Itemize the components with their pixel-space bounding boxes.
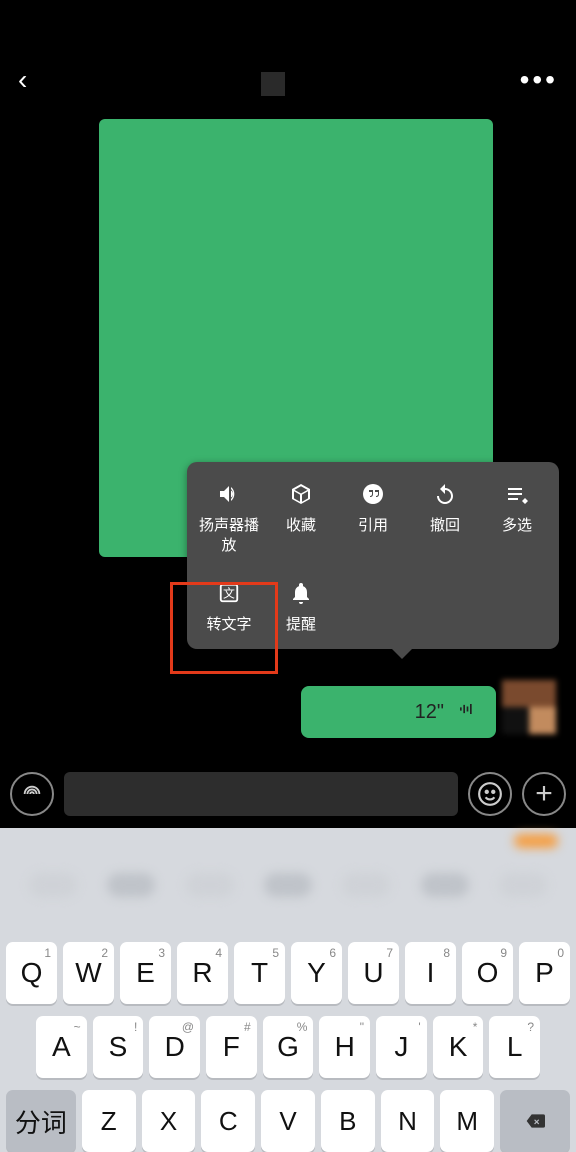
undo-icon <box>433 480 457 508</box>
chat-input-bar: + <box>0 760 576 828</box>
key-u[interactable]: U7 <box>348 942 399 1004</box>
key-t[interactable]: T5 <box>234 942 285 1004</box>
ctx-quote[interactable]: 引用 <box>337 480 409 557</box>
emoji-button[interactable] <box>468 772 512 816</box>
voice-input-toggle[interactable] <box>10 772 54 816</box>
voice-message-bubble[interactable]: 12" <box>301 686 496 738</box>
key-y[interactable]: Y6 <box>291 942 342 1004</box>
attach-button[interactable]: + <box>522 772 566 816</box>
key-x[interactable]: X <box>142 1090 196 1152</box>
ctx-label: 撤回 <box>430 516 460 536</box>
list-check-icon <box>505 480 529 508</box>
ctx-label: 引用 <box>358 516 388 536</box>
key-v[interactable]: V <box>261 1090 315 1152</box>
key-a[interactable]: A~ <box>36 1016 87 1078</box>
chat-header: ‹ ••• <box>0 0 576 112</box>
menu-tail <box>392 649 412 659</box>
key-l[interactable]: L? <box>489 1016 540 1078</box>
context-menu-row-1: 扬声器播放 收藏 引用 撤回 多选 <box>187 480 559 557</box>
speaker-icon <box>217 480 241 508</box>
key-w[interactable]: W2 <box>63 942 114 1004</box>
key-h[interactable]: H" <box>319 1016 370 1078</box>
ctx-label: 扬声器播放 <box>193 516 265 557</box>
ctx-label: 提醒 <box>286 615 316 635</box>
back-button[interactable]: ‹ <box>18 64 27 96</box>
key-r[interactable]: R4 <box>177 942 228 1004</box>
key-n[interactable]: N <box>381 1090 435 1152</box>
ctx-recall[interactable]: 撤回 <box>409 480 481 557</box>
bell-icon <box>289 579 313 607</box>
chat-title-placeholder <box>261 72 285 96</box>
ctx-multiselect[interactable]: 多选 <box>481 480 553 557</box>
key-o[interactable]: O9 <box>462 942 513 1004</box>
keyboard-row-3: 分词ZXCVBNM <box>6 1090 570 1152</box>
key-z[interactable]: Z <box>82 1090 136 1152</box>
key-backspace[interactable] <box>500 1090 570 1152</box>
key-s[interactable]: S! <box>93 1016 144 1078</box>
key-p[interactable]: P0 <box>519 942 570 1004</box>
message-input[interactable] <box>64 772 458 816</box>
key-b[interactable]: B <box>321 1090 375 1152</box>
keyboard-suggestion-bar <box>0 828 576 942</box>
ctx-label: 多选 <box>502 516 532 536</box>
key-i[interactable]: I8 <box>405 942 456 1004</box>
ctx-favorite[interactable]: 收藏 <box>265 480 337 557</box>
key-m[interactable]: M <box>440 1090 494 1152</box>
voice-wave-icon <box>454 699 476 725</box>
key-k[interactable]: K* <box>433 1016 484 1078</box>
key-d[interactable]: D@ <box>149 1016 200 1078</box>
key-f[interactable]: F# <box>206 1016 257 1078</box>
keyboard-row-2: A~S!D@F#G%H"J'K*L? <box>6 1016 570 1078</box>
key-g[interactable]: G% <box>263 1016 314 1078</box>
quote-icon <box>361 480 385 508</box>
avatar[interactable] <box>502 680 556 734</box>
keyboard: Q1W2E3R4T5Y6U7I8O9P0 A~S!D@F#G%H"J'K*L? … <box>0 828 576 1152</box>
key-j[interactable]: J' <box>376 1016 427 1078</box>
key-c[interactable]: C <box>201 1090 255 1152</box>
key-e[interactable]: E3 <box>120 942 171 1004</box>
key-q[interactable]: Q1 <box>6 942 57 1004</box>
keyboard-row-1: Q1W2E3R4T5Y6U7I8O9P0 <box>6 942 570 1004</box>
highlight-annotation <box>170 582 278 674</box>
ctx-label: 收藏 <box>286 516 316 536</box>
key-segment[interactable]: 分词 <box>6 1090 76 1152</box>
cube-icon <box>289 480 313 508</box>
ctx-speaker-play[interactable]: 扬声器播放 <box>193 480 265 557</box>
voice-duration: 12" <box>415 701 444 724</box>
more-button[interactable]: ••• <box>520 64 558 96</box>
